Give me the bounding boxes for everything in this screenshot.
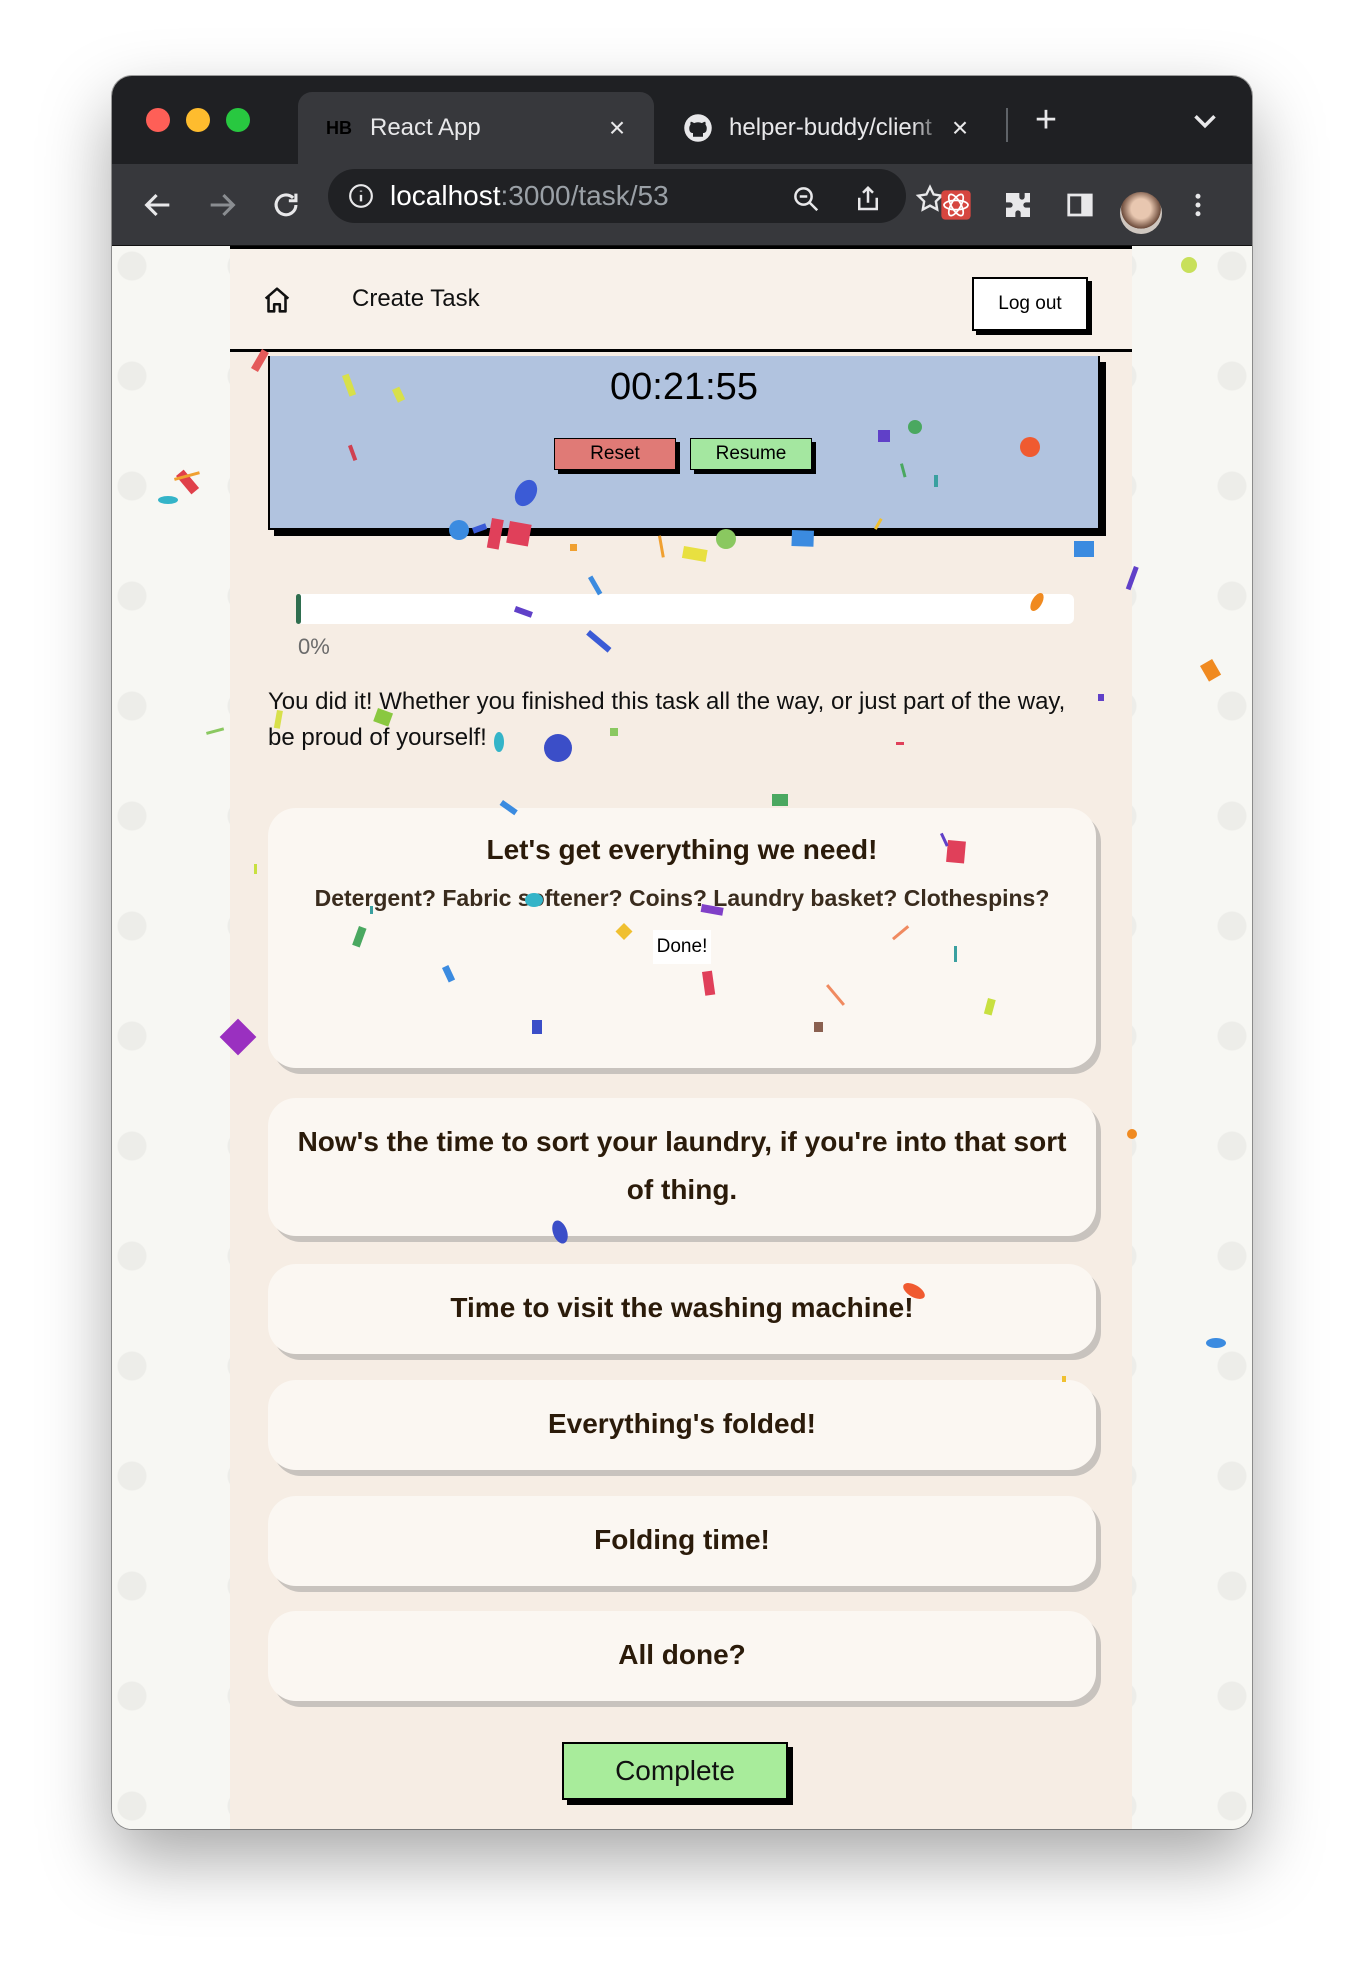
progress-label: 0%: [298, 634, 330, 659]
home-icon[interactable]: [260, 283, 294, 317]
url-host: localhost: [390, 180, 501, 211]
step-title: Folding time!: [594, 1524, 770, 1555]
step-card[interactable]: Everything's folded!: [268, 1380, 1096, 1470]
page-viewport: Create Task Log out 00:21:55 Reset Resum…: [112, 246, 1252, 1829]
url-path: :3000/task/53: [500, 180, 669, 211]
step-title: Let's get everything we need!: [486, 834, 878, 865]
logout-button[interactable]: Log out: [972, 277, 1088, 331]
step-card[interactable]: All done?: [268, 1611, 1096, 1701]
react-extension-icon[interactable]: [934, 183, 978, 227]
hb-favicon-icon: HB: [326, 117, 352, 138]
progress-bar-fill: [296, 594, 301, 624]
forward-arrow-icon[interactable]: [200, 183, 244, 227]
browser-window: HB React App × helper-buddy/client × + l…: [112, 76, 1252, 1829]
encouragement-message: You did it! Whether you finished this ta…: [268, 688, 1066, 751]
app-page: Create Task Log out 00:21:55 Reset Resum…: [230, 246, 1132, 1829]
browser-titlebar: HB React App × helper-buddy/client × +: [112, 76, 1252, 164]
step-title: Everything's folded!: [547, 1408, 817, 1439]
complete-button[interactable]: Complete: [562, 1742, 788, 1800]
timer-display: 00:21:55: [610, 366, 758, 408]
github-icon: [683, 113, 713, 143]
profile-avatar[interactable]: [1120, 192, 1162, 234]
tab-title: React App: [370, 114, 481, 141]
reset-button[interactable]: Reset: [554, 438, 676, 470]
close-window-button[interactable]: [146, 108, 170, 132]
step-card[interactable]: Now's the time to sort your laundry, if …: [268, 1098, 1096, 1236]
tab-github[interactable]: helper-buddy/client ×: [657, 92, 997, 164]
tab-search-chevron-icon[interactable]: [1186, 102, 1224, 140]
resume-button[interactable]: Resume: [690, 438, 812, 470]
back-arrow-icon[interactable]: [136, 183, 180, 227]
new-tab-icon[interactable]: +: [1024, 98, 1068, 142]
url-text: localhost:3000/task/53: [390, 180, 669, 212]
timer-panel: 00:21:55 Reset Resume: [268, 356, 1100, 530]
close-tab-icon[interactable]: ×: [602, 113, 632, 143]
step-card[interactable]: Folding time!: [268, 1496, 1096, 1586]
close-tab-icon[interactable]: ×: [945, 113, 975, 143]
info-icon[interactable]: [348, 183, 374, 209]
step-card[interactable]: Let's get everything we need! Detergent?…: [268, 808, 1096, 1068]
navbar: Create Task Log out: [230, 246, 1132, 352]
maximize-window-button[interactable]: [226, 108, 250, 132]
step-title: Now's the time to sort your laundry, if …: [297, 1126, 1067, 1205]
create-task-link[interactable]: Create Task: [352, 285, 480, 313]
progress-bar: [296, 594, 1074, 624]
share-icon[interactable]: [846, 177, 890, 221]
step-card[interactable]: Time to visit the washing machine!: [268, 1264, 1096, 1354]
side-panel-icon[interactable]: [1058, 183, 1102, 227]
zoom-icon[interactable]: [784, 177, 828, 221]
minimize-window-button[interactable]: [186, 108, 210, 132]
browser-menu-icon[interactable]: [1176, 183, 1220, 227]
step-title: Time to visit the washing machine!: [450, 1292, 914, 1323]
extensions-puzzle-icon[interactable]: [996, 183, 1040, 227]
tab-divider: [1006, 108, 1008, 142]
tab-react-app[interactable]: HB React App ×: [298, 92, 654, 164]
done-button[interactable]: Done!: [652, 930, 712, 964]
tab-title: helper-buddy/client: [729, 114, 932, 141]
reload-icon[interactable]: [264, 183, 308, 227]
step-description: Detergent? Fabric softener? Coins? Laund…: [314, 885, 1050, 911]
step-title: All done?: [618, 1639, 746, 1670]
